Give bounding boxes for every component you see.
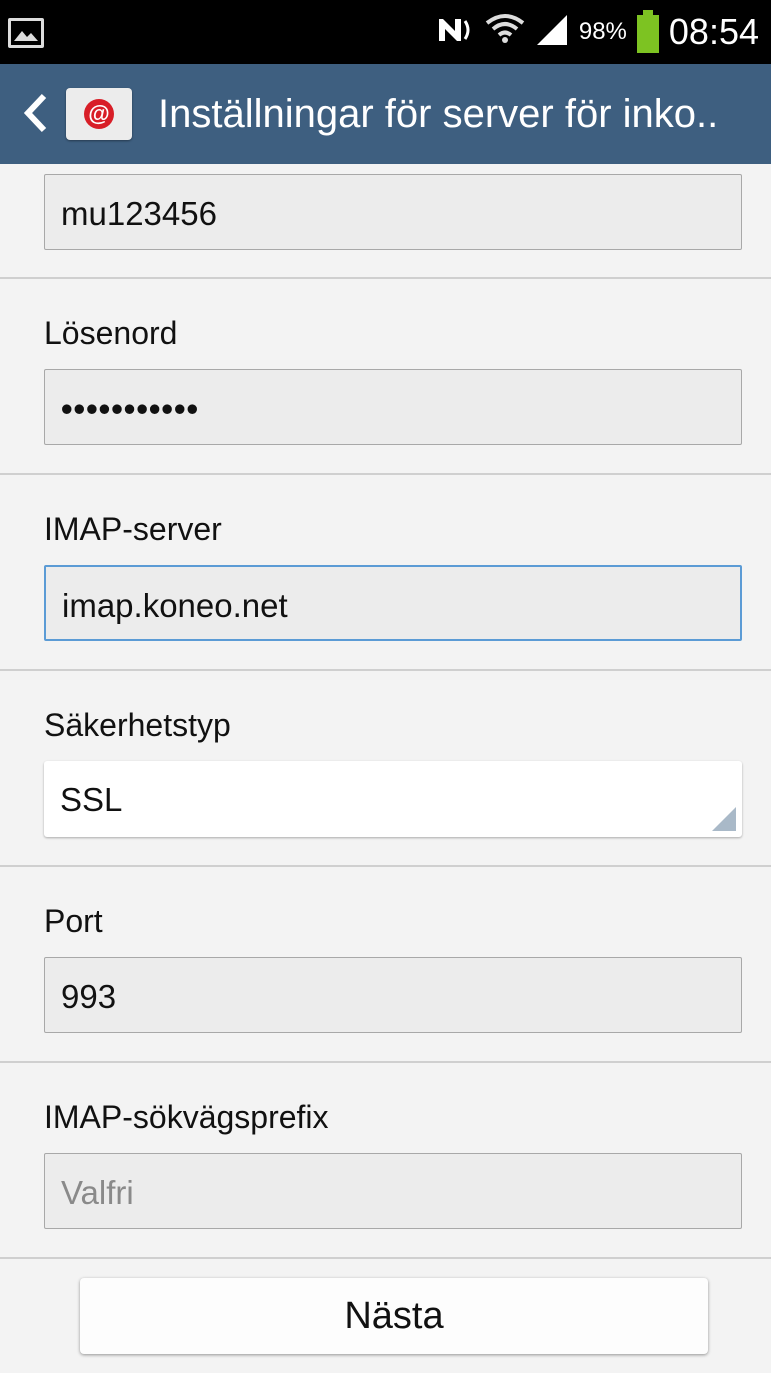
port-value: 993 bbox=[61, 978, 117, 1015]
username-section: mu123456 bbox=[0, 164, 771, 279]
prefix-placeholder: Valfri bbox=[61, 1174, 134, 1211]
password-value: ••••••••••• bbox=[61, 390, 200, 427]
security-label: Säkerhetstyp bbox=[44, 707, 231, 743]
dropdown-corner-icon bbox=[712, 807, 736, 831]
imap-server-label: IMAP-server bbox=[44, 511, 222, 547]
action-bar: @ Inställningar för server för inko.. bbox=[0, 64, 771, 164]
port-section: Port 993 bbox=[0, 867, 771, 1063]
password-field[interactable]: ••••••••••• bbox=[44, 369, 742, 445]
prefix-field[interactable]: Valfri bbox=[44, 1153, 742, 1229]
signal-icon bbox=[535, 13, 569, 52]
imap-server-section: IMAP-server imap.koneo.net bbox=[0, 475, 771, 671]
back-button[interactable] bbox=[22, 92, 48, 139]
prefix-label: IMAP-sökvägsprefix bbox=[44, 1099, 329, 1135]
battery-icon bbox=[636, 10, 659, 53]
imap-server-field[interactable]: imap.koneo.net bbox=[44, 565, 742, 641]
prefix-section: IMAP-sökvägsprefix Valfri bbox=[0, 1063, 771, 1259]
next-button[interactable]: Nästa bbox=[80, 1278, 708, 1354]
security-section: Säkerhetstyp SSL bbox=[0, 671, 771, 867]
security-type-value: SSL bbox=[60, 781, 123, 818]
bottom-bar: Nästa bbox=[0, 1259, 771, 1373]
port-label: Port bbox=[44, 903, 103, 939]
port-field[interactable]: 993 bbox=[44, 957, 742, 1033]
email-app-icon: @ bbox=[66, 88, 132, 140]
gallery-notification-icon bbox=[8, 18, 44, 48]
battery-percent: 98% bbox=[578, 18, 627, 45]
security-type-dropdown[interactable]: SSL bbox=[44, 761, 742, 837]
at-sign-icon: @ bbox=[84, 99, 114, 129]
page-title: Inställningar för server för inko.. bbox=[158, 92, 719, 136]
password-label: Lösenord bbox=[44, 315, 178, 351]
wifi-icon bbox=[485, 13, 525, 52]
clock: 08:54 bbox=[668, 11, 759, 52]
nfc-icon bbox=[435, 15, 475, 50]
imap-server-value: imap.koneo.net bbox=[62, 587, 288, 624]
status-bar: 98% 08:54 bbox=[0, 0, 771, 64]
username-field[interactable]: mu123456 bbox=[44, 174, 742, 250]
username-value: mu123456 bbox=[61, 195, 217, 232]
password-section: Lösenord ••••••••••• bbox=[0, 279, 771, 475]
